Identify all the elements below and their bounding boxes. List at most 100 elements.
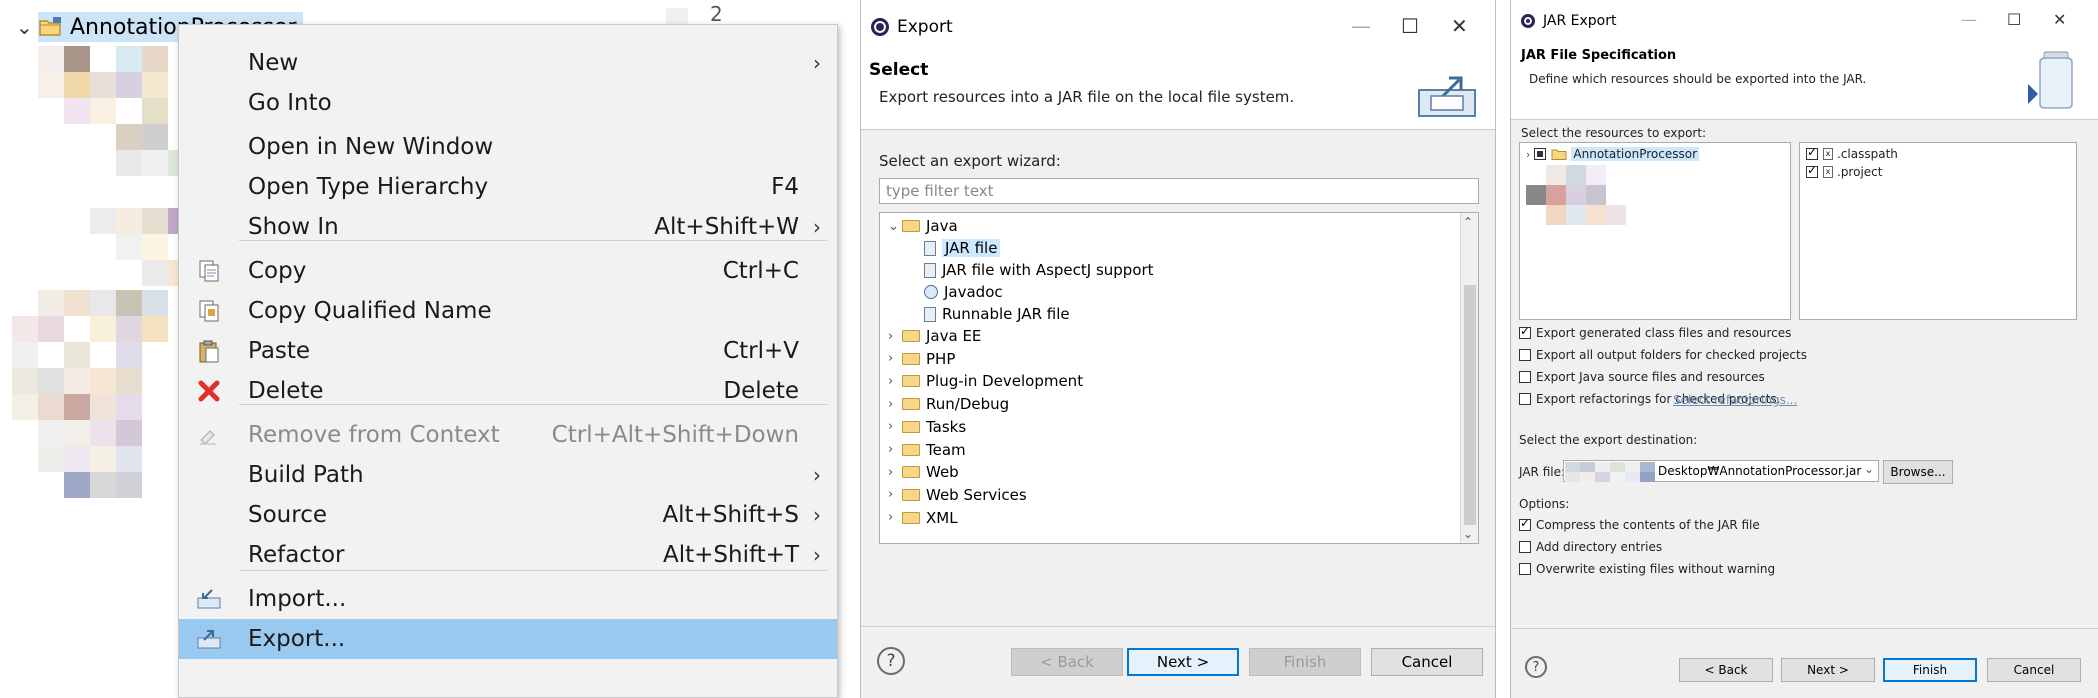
tree-scrollbar[interactable]: ⌃ ⌄ — [1460, 213, 1478, 543]
menu-item-import[interactable]: Import... — [179, 579, 837, 619]
select-refactorings-link[interactable]: Select refactorings... — [1673, 393, 1797, 407]
tree-item-javadoc[interactable]: Javadoc — [924, 281, 1003, 303]
project-checkbox[interactable] — [1534, 148, 1547, 160]
file-row-classpath[interactable]: x .classpath — [1806, 145, 1898, 161]
menu-separator — [239, 570, 827, 571]
chevron-down-icon[interactable]: ⌄ — [1864, 462, 1874, 476]
menu-item-copy-qualified-name[interactable]: Copy Qualified Name — [179, 291, 837, 331]
wizard-tree: ⌄ Java JAR file JAR file with AspectJ su… — [879, 212, 1479, 544]
minimize-icon[interactable]: — — [1961, 10, 1977, 29]
chevron-down-icon[interactable]: ⌄ — [888, 219, 902, 234]
option-checkbox[interactable] — [1519, 349, 1531, 361]
menu-item-refactor[interactable]: Refactor Alt+Shift+T › — [179, 535, 837, 575]
chevron-right-icon[interactable]: › — [888, 465, 902, 480]
tree-item-java[interactable]: ⌄ Java — [888, 215, 958, 237]
scroll-down-icon[interactable]: ⌄ — [1463, 527, 1473, 541]
chevron-right-icon[interactable]: › — [888, 374, 902, 389]
cancel-button[interactable]: Cancel — [1371, 648, 1483, 676]
menu-item-open-type-hierarchy[interactable]: Open Type Hierarchy F4 — [179, 167, 837, 207]
chevron-right-icon[interactable]: › — [888, 397, 902, 412]
menu-item-copy[interactable]: Copy Ctrl+C — [179, 251, 837, 291]
option-a-2[interactable]: Export Java source files and resources — [1519, 370, 1765, 384]
close-icon[interactable]: ✕ — [2053, 10, 2066, 29]
help-icon[interactable]: ? — [877, 647, 905, 675]
menu-item-build-path[interactable]: Build Path › — [179, 455, 837, 495]
finish-button[interactable]: Finish — [1249, 648, 1361, 676]
option-checkbox[interactable] — [1519, 563, 1531, 575]
footer-separator — [1511, 628, 2098, 629]
back-button[interactable]: < Back — [1679, 658, 1773, 682]
project-file-checkbox[interactable] — [1806, 163, 1818, 178]
menu-item-show-in[interactable]: Show In Alt+Shift+W › — [179, 207, 837, 247]
menu-item-paste[interactable]: Paste Ctrl+V — [179, 331, 837, 371]
option-checkbox[interactable] — [1519, 371, 1531, 383]
option-checkbox[interactable] — [1519, 516, 1531, 531]
menu-item-delete[interactable]: Delete Delete — [179, 371, 837, 411]
back-button[interactable]: < Back — [1011, 648, 1123, 676]
menu-item-export[interactable]: Export... — [179, 619, 837, 659]
tree-item-team[interactable]: › Team — [888, 439, 966, 461]
export-banner-title: Select — [869, 60, 929, 80]
chevron-right-icon[interactable]: › — [888, 510, 902, 525]
menu-item-label: Show In — [248, 214, 339, 240]
finish-button[interactable]: Finish — [1883, 658, 1977, 682]
jar-file-combo[interactable]: Desktop₩AnnotationProcessor.jar ⌄ — [1563, 460, 1879, 482]
eclipse-icon — [1521, 14, 1535, 28]
classpath-checkbox[interactable] — [1806, 145, 1818, 160]
tree-item-runnable-jar[interactable]: Runnable JAR file — [924, 303, 1070, 325]
maximize-icon[interactable]: ☐ — [2007, 10, 2021, 29]
delete-icon — [193, 375, 225, 407]
tree-item-jar-file[interactable]: JAR file — [924, 237, 1001, 259]
minimize-icon[interactable]: — — [1351, 14, 1371, 38]
cancel-button[interactable]: Cancel — [1987, 658, 2081, 682]
menu-item-label: Remove from Context — [248, 422, 500, 448]
option-b-0[interactable]: Compress the contents of the JAR file — [1519, 516, 1760, 532]
scroll-up-icon[interactable]: ⌃ — [1463, 215, 1473, 229]
project-folder-icon — [1551, 149, 1567, 160]
tree-item-php[interactable]: › PHP — [888, 348, 955, 370]
file-row-project[interactable]: x .project — [1806, 163, 1882, 179]
chevron-right-icon[interactable]: › — [888, 487, 902, 502]
option-b-1[interactable]: Add directory entries — [1519, 540, 1662, 554]
options-label: Options: — [1519, 497, 1570, 511]
tree-item-web[interactable]: › Web — [888, 461, 959, 483]
maximize-icon[interactable]: ☐ — [1401, 14, 1419, 38]
chevron-right-icon[interactable]: › — [888, 442, 902, 457]
tree-item-plug-in-development[interactable]: › Plug-in Development — [888, 370, 1083, 392]
option-checkbox[interactable] — [1519, 541, 1531, 553]
tree-item-tasks[interactable]: › Tasks — [888, 416, 966, 438]
browse-button[interactable]: Browse... — [1883, 460, 1953, 484]
tree-item-java-ee[interactable]: › Java EE — [888, 325, 981, 347]
option-checkbox[interactable] — [1519, 393, 1531, 405]
option-b-2[interactable]: Overwrite existing files without warning — [1519, 562, 1775, 576]
chevron-down-icon[interactable]: ⌄ — [16, 15, 38, 39]
tree-item-xml[interactable]: › XML — [888, 507, 958, 529]
tree-item-web-services[interactable]: › Web Services — [888, 484, 1027, 506]
menu-item-source[interactable]: Source Alt+Shift+S › — [179, 495, 837, 535]
jar-file-path: Desktop₩AnnotationProcessor.jar — [1658, 464, 1862, 478]
option-a-0[interactable]: Export generated class files and resourc… — [1519, 324, 1791, 340]
menu-item-shortcut: Alt+Shift+S — [662, 502, 799, 528]
context-menu: New › Go Into Open in New Window Open Type H… — [178, 24, 838, 698]
javadoc-icon — [924, 285, 938, 299]
filter-input[interactable]: type filter text — [879, 178, 1479, 204]
menu-item-open-in-new-window[interactable]: Open in New Window — [179, 127, 837, 167]
menu-item-go-into[interactable]: Go Into — [179, 83, 837, 123]
menu-item-remove-from-context[interactable]: Remove from Context Ctrl+Alt+Shift+Down — [179, 415, 837, 455]
chevron-right-icon[interactable]: › — [888, 329, 902, 344]
next-button[interactable]: Next > — [1127, 648, 1239, 676]
tree-item-run-debug[interactable]: › Run/Debug — [888, 393, 1009, 415]
chevron-right-icon[interactable]: › — [888, 419, 902, 434]
chevron-right-icon[interactable]: › — [1526, 148, 1530, 161]
scroll-thumb[interactable] — [1464, 285, 1476, 525]
close-icon[interactable]: ✕ — [1451, 14, 1468, 38]
next-button[interactable]: Next > — [1781, 658, 1875, 682]
help-icon[interactable]: ? — [1525, 656, 1547, 678]
tree-item-jar-aspectj[interactable]: JAR file with AspectJ support — [924, 259, 1154, 281]
menu-item-new[interactable]: New › — [179, 43, 837, 83]
resource-project-row[interactable]: › AnnotationProcessor — [1526, 147, 1700, 161]
option-a-1[interactable]: Export all output folders for checked pr… — [1519, 348, 1807, 362]
chevron-right-icon[interactable]: › — [888, 351, 902, 366]
chevron-right-icon: › — [813, 51, 821, 75]
option-checkbox[interactable] — [1519, 324, 1531, 339]
